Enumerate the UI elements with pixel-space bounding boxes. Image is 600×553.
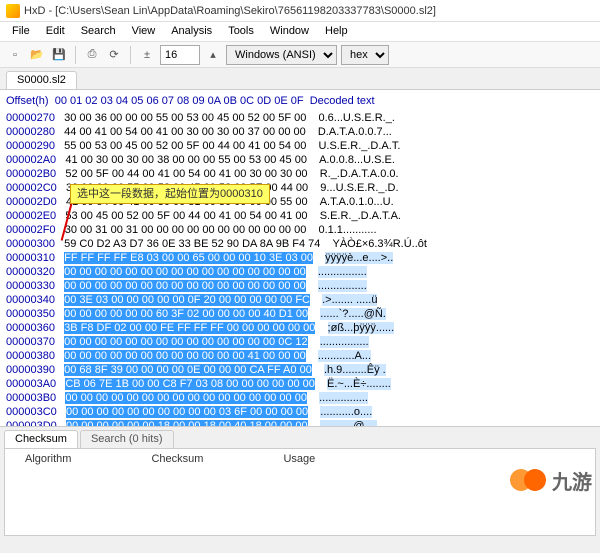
- separator: [130, 46, 131, 64]
- hex-editor-view[interactable]: Offset(h) 00 01 02 03 04 05 06 07 08 09 …: [0, 90, 600, 426]
- open-folder-icon[interactable]: 📂: [28, 46, 46, 64]
- hex-row[interactable]: 00000370 00 00 00 00 00 00 00 00 00 00 0…: [6, 335, 594, 349]
- hex-row[interactable]: 000003D0 00 00 00 00 00 00 18 00 00 18 0…: [6, 419, 594, 426]
- hex-row[interactable]: 00000360 3B F8 DF 02 00 00 FE FF FF FF 0…: [6, 321, 594, 335]
- column-header[interactable]: Checksum: [151, 453, 203, 531]
- hex-row[interactable]: 00000390 00 68 8F 39 00 00 00 00 0E 00 0…: [6, 363, 594, 377]
- display-select[interactable]: hex: [341, 45, 389, 65]
- annotation-callout: 选中这一段数据，起始位置为0000310: [70, 184, 270, 204]
- hex-row[interactable]: 000003B0 00 00 00 00 00 00 00 00 00 00 0…: [6, 391, 594, 405]
- hex-row[interactable]: 00000340 00 3E 03 00 00 00 00 00 0F 20 0…: [6, 293, 594, 307]
- watermark-text: 九游: [552, 466, 592, 495]
- menu-search[interactable]: Search: [73, 23, 124, 40]
- hex-header: Offset(h) 00 01 02 03 04 05 06 07 08 09 …: [6, 94, 594, 108]
- device-icon[interactable]: ⎙: [83, 46, 101, 64]
- window-title: HxD - [C:\Users\Sean Lin\AppData\Roaming…: [24, 5, 436, 17]
- menu-window[interactable]: Window: [262, 23, 317, 40]
- results-column-headers: Algorithm Checksum Usage: [4, 448, 596, 536]
- hex-row[interactable]: 00000380 00 00 00 00 00 00 00 00 00 00 0…: [6, 349, 594, 363]
- menu-view[interactable]: View: [124, 23, 164, 40]
- hex-row[interactable]: 00000270 30 00 36 00 00 00 55 00 53 00 4…: [6, 111, 594, 125]
- app-icon: [6, 4, 20, 18]
- hex-row[interactable]: 00000300 59 C0 D2 A3 D7 36 0E 33 BE 52 9…: [6, 237, 594, 251]
- results-tab-bar: ChecksumSearch (0 hits): [0, 426, 600, 448]
- results-tab[interactable]: Search (0 hits): [80, 430, 174, 448]
- stepper-icon[interactable]: ▴: [204, 46, 222, 64]
- menu-help[interactable]: Help: [317, 23, 356, 40]
- menu-file[interactable]: File: [4, 23, 38, 40]
- hex-row[interactable]: 000003C0 00 00 00 00 00 00 00 00 00 00 0…: [6, 405, 594, 419]
- hex-row[interactable]: 00000310 FF FF FF FF E8 03 00 00 65 00 0…: [6, 251, 594, 265]
- hex-row[interactable]: 000003A0 CB 06 7E 1B 00 00 C8 F7 03 08 0…: [6, 377, 594, 391]
- new-file-icon[interactable]: ▫: [6, 46, 24, 64]
- results-label: Results: [0, 455, 2, 488]
- hex-row[interactable]: 000002B0 52 00 5F 00 44 00 41 00 54 00 4…: [6, 167, 594, 181]
- menu-analysis[interactable]: Analysis: [163, 23, 220, 40]
- jiuyou-icon: [510, 462, 546, 498]
- hex-row[interactable]: 00000280 44 00 41 00 54 00 41 00 30 00 3…: [6, 125, 594, 139]
- column-header[interactable]: Algorithm: [25, 453, 71, 531]
- bytes-per-row-input[interactable]: [160, 45, 200, 65]
- toolbar: ▫ 📂 💾 ⎙ ⟳ ± ▴ Windows (ANSI) hex: [0, 42, 600, 68]
- title-bar: HxD - [C:\Users\Sean Lin\AppData\Roaming…: [0, 0, 600, 22]
- plus-minus-icon[interactable]: ±: [138, 46, 156, 64]
- document-tab-bar: S0000.sl2: [0, 68, 600, 90]
- menu-edit[interactable]: Edit: [38, 23, 73, 40]
- document-tab[interactable]: S0000.sl2: [6, 71, 77, 89]
- watermark-logo: 九游: [510, 462, 592, 498]
- hex-row[interactable]: 00000320 00 00 00 00 00 00 00 00 00 00 0…: [6, 265, 594, 279]
- hex-row[interactable]: 00000290 55 00 53 00 45 00 52 00 5F 00 4…: [6, 139, 594, 153]
- hex-row[interactable]: 000002E0 53 00 45 00 52 00 5F 00 44 00 4…: [6, 209, 594, 223]
- column-header[interactable]: Usage: [283, 453, 315, 531]
- separator: [75, 46, 76, 64]
- menu-tools[interactable]: Tools: [220, 23, 262, 40]
- menu-bar: FileEditSearchViewAnalysisToolsWindowHel…: [0, 22, 600, 42]
- save-icon[interactable]: 💾: [50, 46, 68, 64]
- hex-row[interactable]: 000002A0 41 00 30 00 30 00 38 00 00 00 5…: [6, 153, 594, 167]
- hex-row[interactable]: 000002F0 30 00 31 00 31 00 00 00 00 00 0…: [6, 223, 594, 237]
- hex-row[interactable]: 00000350 00 00 00 00 00 00 60 3F 02 00 0…: [6, 307, 594, 321]
- refresh-icon[interactable]: ⟳: [105, 46, 123, 64]
- hex-row[interactable]: 00000330 00 00 00 00 00 00 00 00 00 00 0…: [6, 279, 594, 293]
- results-tab[interactable]: Checksum: [4, 430, 78, 448]
- encoding-select[interactable]: Windows (ANSI): [226, 45, 337, 65]
